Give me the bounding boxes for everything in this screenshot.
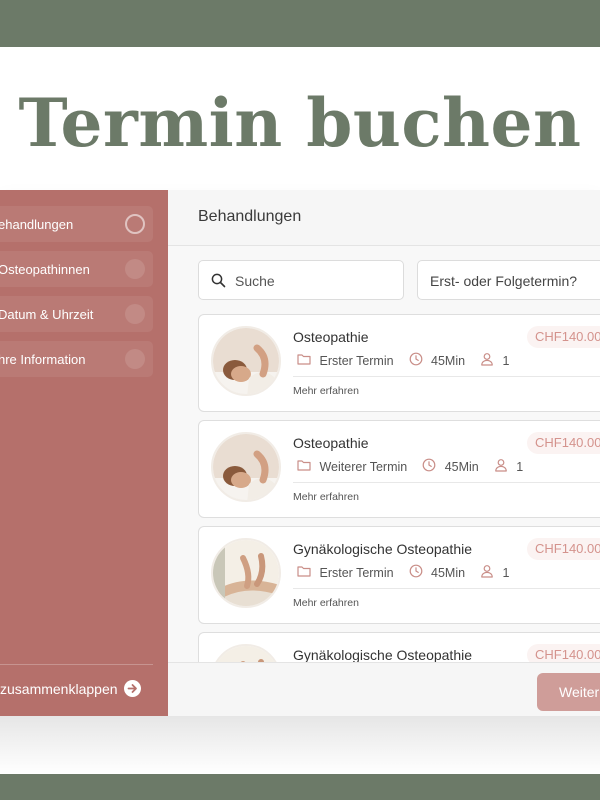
- top-band: [0, 0, 600, 47]
- clock-icon: [422, 458, 436, 475]
- service-photo: [211, 326, 281, 396]
- service-photo: [211, 538, 281, 608]
- service-meta: Erster Termin 45Min 1: [297, 564, 509, 580]
- main-panel: Behandlungen Suche Erst- oder Folgetermi…: [168, 190, 600, 716]
- person-count: 1: [502, 353, 510, 368]
- collapse-sidebar-button[interactable]: zusammenklappen: [0, 680, 155, 700]
- person-icon: [480, 564, 494, 581]
- duration: 45Min: [444, 459, 479, 474]
- person-icon: [480, 352, 494, 369]
- more-info-link[interactable]: Mehr erfahren: [293, 491, 359, 503]
- duration: 45Min: [431, 353, 466, 368]
- service-name: Osteopathie: [293, 435, 369, 451]
- folder-icon: [297, 353, 311, 368]
- sidebar-divider: [0, 664, 153, 665]
- step-status-indicator: [125, 349, 145, 369]
- appointment-type: Erster Termin: [319, 565, 394, 580]
- service-name: Gynäkologische Osteopathie: [293, 647, 472, 662]
- booking-widget: ehandlungen Osteopathinnen Datum & Uhrze…: [0, 190, 600, 716]
- service-list: Osteopathie CHF140.00 Erster Termin 45Mi…: [168, 314, 600, 662]
- sidebar-step-osteopaths[interactable]: Osteopathinnen: [0, 251, 153, 287]
- clock-icon: [409, 564, 423, 581]
- service-meta: Weiterer Termin 45Min 1: [297, 458, 523, 474]
- duration: 45Min: [431, 565, 466, 580]
- price-badge: CHF140.00: [527, 326, 600, 348]
- more-info-link[interactable]: Mehr erfahren: [293, 597, 359, 609]
- service-photo: [211, 644, 281, 662]
- person-icon: [494, 458, 508, 475]
- sidebar-step-your-info[interactable]: hre Information: [0, 341, 153, 377]
- search-input[interactable]: Suche: [198, 260, 404, 300]
- person-count: 1: [516, 459, 524, 474]
- price-badge: CHF140.00: [527, 432, 600, 454]
- sidebar-step-treatments[interactable]: ehandlungen: [0, 206, 153, 242]
- page-title: Termin buchen: [18, 84, 582, 162]
- card-divider: [293, 376, 600, 377]
- collapse-label: zusammenklappen: [0, 681, 118, 697]
- card-divider: [293, 482, 600, 483]
- appointment-type: Erster Termin: [319, 353, 394, 368]
- service-meta: Erster Termin 45Min 1: [297, 352, 509, 368]
- arrow-right-icon: [124, 680, 141, 697]
- step-status-indicator: [125, 304, 145, 324]
- search-icon: [211, 273, 226, 293]
- step-status-indicator: [125, 214, 145, 234]
- service-name: Gynäkologische Osteopathie: [293, 541, 472, 557]
- price-badge: CHF140.00: [527, 644, 600, 662]
- panel-header: Behandlungen: [168, 190, 600, 246]
- card-divider: [293, 588, 600, 589]
- step-label: ehandlungen: [0, 217, 74, 232]
- step-status-indicator: [125, 259, 145, 279]
- clock-icon: [409, 352, 423, 369]
- service-card[interactable]: Osteopathie CHF140.00 Weiterer Termin 45…: [198, 420, 600, 518]
- sidebar: ehandlungen Osteopathinnen Datum & Uhrze…: [0, 190, 168, 716]
- service-card[interactable]: Osteopathie CHF140.00 Erster Termin 45Mi…: [198, 314, 600, 412]
- service-card[interactable]: Gynäkologische Osteopathie CHF140.00: [198, 632, 600, 662]
- next-button[interactable]: Weiter: [537, 673, 600, 711]
- appointment-type: Weiterer Termin: [319, 459, 408, 474]
- search-placeholder: Suche: [235, 273, 275, 289]
- widget-shadow: [0, 716, 600, 774]
- appointment-type-select[interactable]: Erst- oder Folgetermin?: [417, 260, 600, 300]
- step-label: hre Information: [0, 352, 86, 367]
- sidebar-step-date-time[interactable]: Datum & Uhrzeit: [0, 296, 153, 332]
- price-badge: CHF140.00: [527, 538, 600, 560]
- step-label: Osteopathinnen: [0, 262, 90, 277]
- folder-icon: [297, 565, 311, 580]
- service-card[interactable]: Gynäkologische Osteopathie CHF140.00 Ers…: [198, 526, 600, 624]
- step-label: Datum & Uhrzeit: [0, 307, 94, 322]
- section-title: Behandlungen: [198, 208, 302, 225]
- bottom-band: [0, 774, 600, 800]
- service-photo: [211, 432, 281, 502]
- next-label: Weiter: [559, 684, 600, 700]
- service-name: Osteopathie: [293, 329, 369, 345]
- panel-footer: Weiter: [168, 662, 600, 716]
- select-placeholder: Erst- oder Folgetermin?: [430, 273, 578, 289]
- more-info-link[interactable]: Mehr erfahren: [293, 385, 359, 397]
- folder-icon: [297, 459, 311, 474]
- person-count: 1: [502, 565, 510, 580]
